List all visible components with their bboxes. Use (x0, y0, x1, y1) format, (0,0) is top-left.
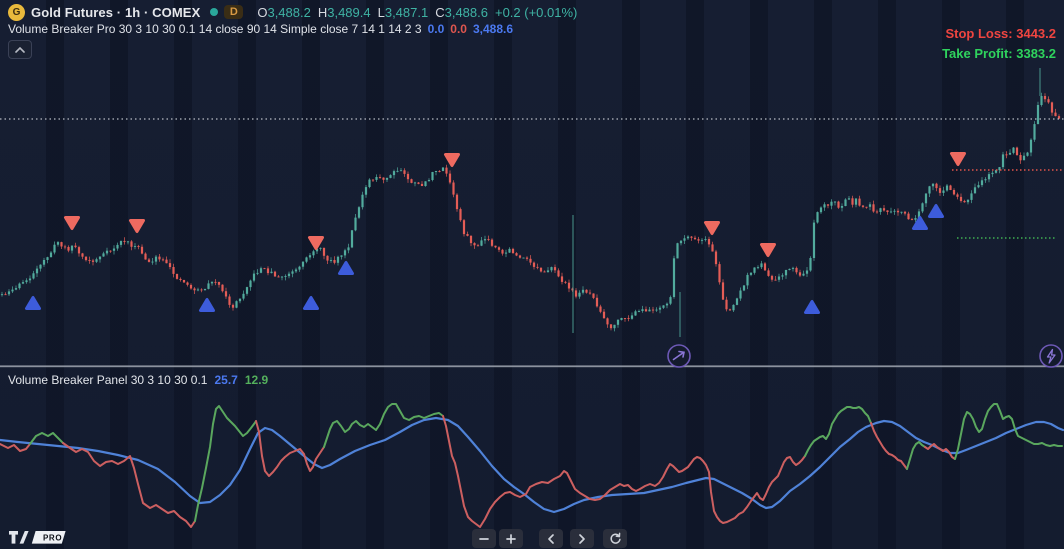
trading-chart-app: G Gold Futures · 1h · COMEX D O3,488.2 H… (0, 0, 1064, 549)
interval-badge[interactable]: D (224, 5, 243, 19)
collapse-legend-button[interactable] (8, 40, 32, 59)
zoom-out-button[interactable] (472, 529, 496, 548)
take-profit-label: Take Profit: 3383.2 (942, 44, 1056, 64)
zoom-in-button[interactable] (499, 529, 523, 548)
open-value: 3,488.2 (267, 5, 310, 20)
symbol-logo-icon: G (8, 4, 25, 21)
high-value: 3,489.4 (327, 5, 370, 20)
symbol-legend-row: G Gold Futures · 1h · COMEX D O3,488.2 H… (8, 3, 577, 21)
open-label: O (257, 5, 267, 20)
status-dot-icon (210, 8, 218, 16)
close-value: 3,488.6 (445, 5, 488, 20)
reset-chart-button[interactable] (603, 529, 627, 548)
tradingview-mark-icon (9, 531, 29, 544)
change-value: +0.2 (+0.01%) (495, 5, 577, 20)
low-label: L (378, 5, 385, 20)
price-level-lines (0, 119, 1064, 238)
tradingview-logo[interactable]: PRO (6, 527, 70, 549)
risk-labels: Stop Loss: 3443.2 Take Profit: 3383.2 (942, 24, 1056, 64)
indicator-value-2: 0.0 (450, 22, 467, 36)
panel-legend-row: Volume Breaker Panel 30 3 10 30 0.1 25.7… (8, 373, 268, 387)
instant-order-button[interactable] (1040, 345, 1062, 367)
indicator-legend-row: Volume Breaker Pro 30 3 10 30 0.1 14 clo… (8, 21, 513, 37)
panel-value-2: 12.9 (245, 373, 268, 387)
main-chart-svg[interactable] (0, 0, 1064, 549)
pane-separator[interactable] (0, 365, 1064, 367)
signal-triangles (27, 154, 965, 313)
high-label: H (318, 5, 327, 20)
indicator-value-3: 3,488.6 (473, 22, 513, 36)
indicator-value-1: 0.0 (428, 22, 445, 36)
panel-value-1: 25.7 (214, 373, 237, 387)
minus-icon (478, 533, 490, 545)
scroll-left-button[interactable] (539, 529, 563, 548)
symbol-title[interactable]: Gold Futures · 1h · COMEX (31, 5, 200, 20)
plus-icon (505, 533, 517, 545)
chevron-right-icon (577, 533, 587, 545)
oscillator-panel-series (0, 404, 1063, 527)
chevron-left-icon (546, 533, 556, 545)
stop-loss-label: Stop Loss: 3443.2 (942, 24, 1056, 44)
candlestick-series (1, 68, 1060, 337)
low-value: 3,487.1 (385, 5, 428, 20)
reset-icon (609, 532, 622, 545)
chart-navigation-controls (472, 529, 627, 548)
indicator-title[interactable]: Volume Breaker Pro 30 3 10 30 0.1 14 clo… (8, 22, 422, 36)
go-to-realtime-button[interactable] (668, 345, 690, 367)
panel-title[interactable]: Volume Breaker Panel 30 3 10 30 0.1 (8, 373, 207, 387)
ohlc-values: O3,488.2 H3,489.4 L3,487.1 C3,488.6 +0.2… (257, 5, 577, 20)
scroll-right-button[interactable] (570, 529, 594, 548)
pro-badge-label: PRO (43, 533, 62, 542)
chevron-up-icon (15, 47, 25, 53)
close-label: C (435, 5, 444, 20)
